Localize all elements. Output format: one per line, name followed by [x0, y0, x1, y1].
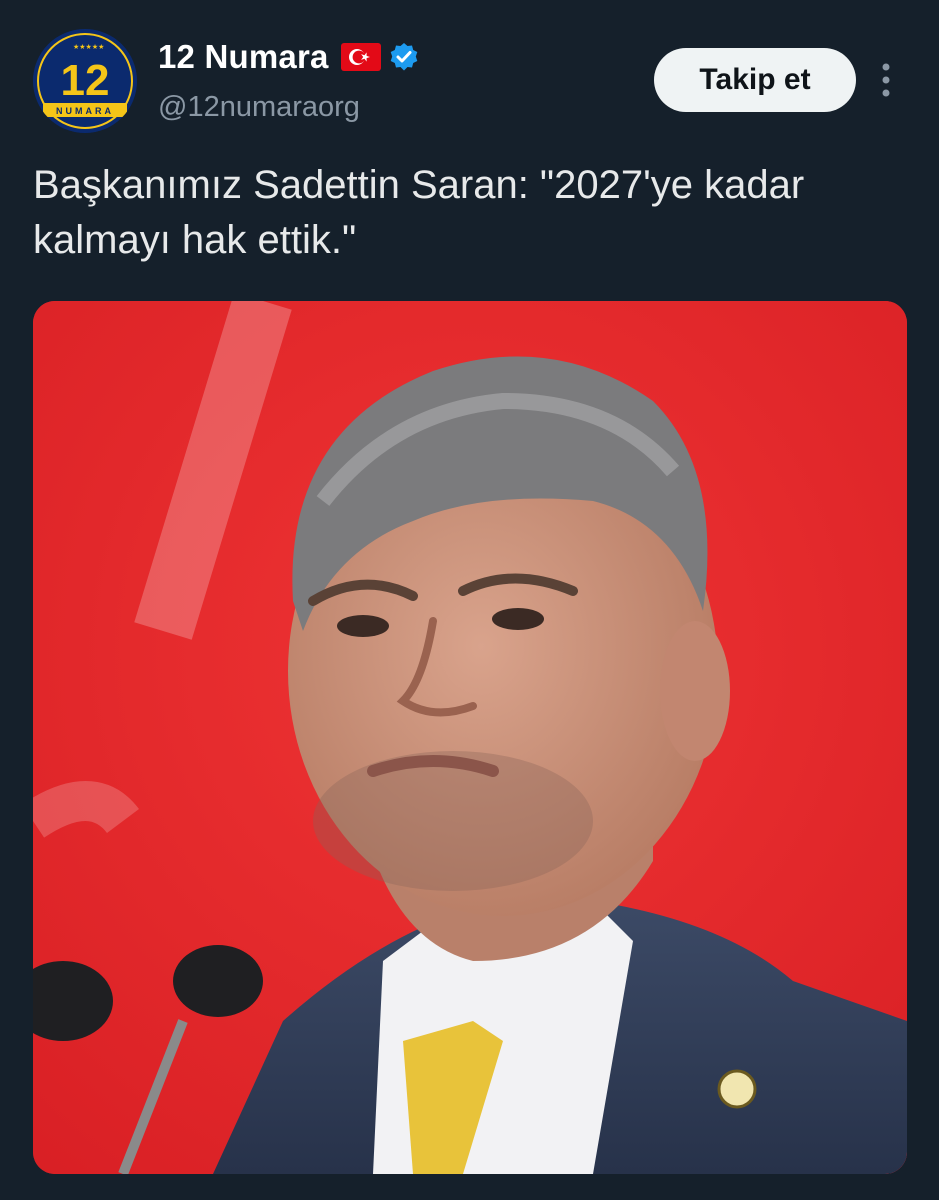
svg-text:★★★★★: ★★★★★ [73, 43, 104, 51]
avatar[interactable]: ★★★★★ 12 NUMARA [33, 29, 137, 133]
tweet-text: Başkanımız Sadettin Saran: "2027'ye kada… [33, 163, 805, 262]
avatar-number: 12 [61, 56, 110, 105]
display-name[interactable]: 12 Numara [158, 38, 329, 76]
account-handle[interactable]: @12numaraorg [158, 91, 360, 124]
name-row: 12 Numara [158, 36, 419, 78]
avatar-logo: ★★★★★ 12 NUMARA [33, 29, 137, 133]
tweet-post: ★★★★★ 12 NUMARA 12 Numara @12numaraorg T… [0, 0, 939, 1200]
photo-illustration [33, 301, 907, 1174]
more-options-icon[interactable] [872, 60, 900, 100]
verified-badge-icon [389, 42, 419, 72]
tweet-photo[interactable] [33, 301, 907, 1174]
avatar-subtext: NUMARA [56, 106, 114, 116]
follow-button[interactable]: Takip et [654, 48, 856, 112]
turkey-flag-icon [340, 43, 381, 71]
